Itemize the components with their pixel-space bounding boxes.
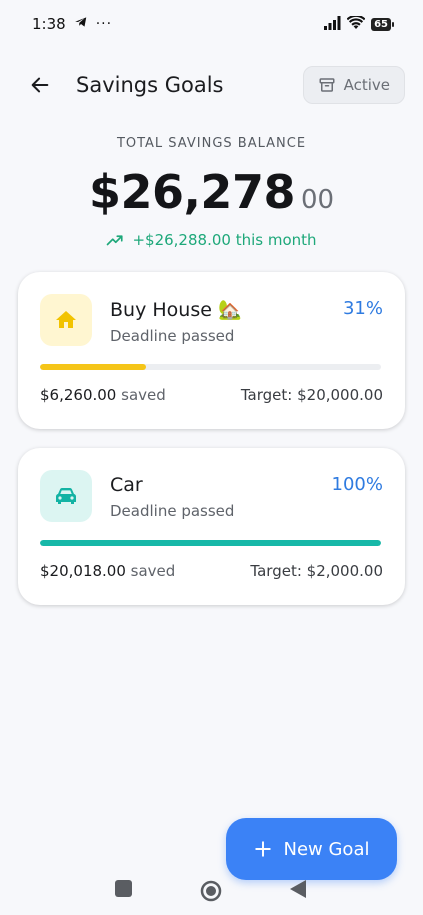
wifi-icon <box>346 14 366 34</box>
goal-percent: 100% <box>331 474 383 495</box>
goal-icon-box <box>40 470 92 522</box>
circle-icon <box>200 880 222 902</box>
home-icon <box>56 311 76 328</box>
balance-amount: $26,278 00 <box>0 165 423 219</box>
page-title: Savings Goals <box>76 73 224 97</box>
back-nav-button[interactable] <box>290 880 306 902</box>
triangle-back-icon <box>290 880 306 898</box>
car-icon <box>56 488 76 504</box>
active-filter-button[interactable]: Active <box>302 66 405 104</box>
goal-name: Car <box>110 474 143 496</box>
goal-card-header: Car Deadline passed 100% <box>40 470 383 522</box>
balance-label: TOTAL SAVINGS BALANCE <box>116 136 307 151</box>
goal-deadline: Deadline passed <box>110 502 235 520</box>
app-header: Savings Goals Active <box>0 64 423 106</box>
status-left: 1:38 ··· <box>32 15 112 33</box>
recents-button[interactable] <box>115 880 132 901</box>
new-goal-label: New Goal <box>283 838 370 860</box>
goal-card-footer: $6,260.00 saved Target: $20,000.00 <box>40 386 383 404</box>
goal-progress-track <box>40 540 381 546</box>
battery-icon: 65 <box>371 17 394 31</box>
balance-section: TOTAL SAVINGS BALANCE $26,278 00 +$26,28… <box>0 136 423 249</box>
archive-icon <box>319 78 335 92</box>
status-time: 1:38 <box>32 15 66 33</box>
goal-saved-amount: $6,260.00 <box>40 386 117 404</box>
balance-cents: 00 <box>300 185 335 215</box>
goal-progress-track <box>40 364 381 370</box>
goal-target: Target: $20,000.00 <box>240 386 383 404</box>
active-filter-label: Active <box>343 76 390 94</box>
goal-card[interactable]: Buy House 🏡 Deadline passed 31% $6,260.0… <box>18 272 405 429</box>
balance-change: +$26,288.00 this month <box>0 231 423 249</box>
system-nav-bar <box>0 870 423 908</box>
home-button[interactable] <box>200 880 222 906</box>
balance-change-text: +$26,288.00 this month <box>132 231 317 249</box>
goal-saved: $6,260.00 saved <box>40 386 166 404</box>
signal-icon <box>324 15 341 34</box>
goal-card[interactable]: Car Deadline passed 100% $20,018.00 save… <box>18 448 405 605</box>
telegram-icon <box>74 15 88 33</box>
goal-info: Car Deadline passed <box>110 470 332 520</box>
balance-main: $26,278 <box>88 165 296 219</box>
goal-saved-word: saved <box>121 386 166 404</box>
screen: 1:38 ··· 65 Savings Goals Active TOTAL S… <box>0 0 423 915</box>
goal-progress-fill <box>40 540 381 546</box>
goal-saved-amount: $20,018.00 <box>40 562 126 580</box>
goal-target: Target: $2,000.00 <box>250 562 383 580</box>
goal-progress-fill <box>40 364 146 370</box>
plus-icon <box>254 841 271 857</box>
status-right: 65 <box>324 14 394 34</box>
goal-saved-word: saved <box>130 562 176 580</box>
arrow-left-icon <box>31 77 49 93</box>
square-icon <box>115 880 132 897</box>
goal-icon-box <box>40 294 92 346</box>
goal-deadline: Deadline passed <box>110 327 235 345</box>
goal-name: Buy House 🏡 <box>110 299 242 321</box>
goal-info: Buy House 🏡 Deadline passed <box>110 294 343 345</box>
goal-percent: 31% <box>342 298 383 319</box>
goal-card-header: Buy House 🏡 Deadline passed 31% <box>40 294 383 346</box>
goal-card-footer: $20,018.00 saved Target: $2,000.00 <box>40 562 383 580</box>
status-bar: 1:38 ··· 65 <box>0 0 423 48</box>
more-notifications: ··· <box>95 16 113 32</box>
trending-up-icon <box>107 235 124 246</box>
back-button[interactable] <box>26 71 54 99</box>
goal-saved: $20,018.00 saved <box>40 562 175 580</box>
